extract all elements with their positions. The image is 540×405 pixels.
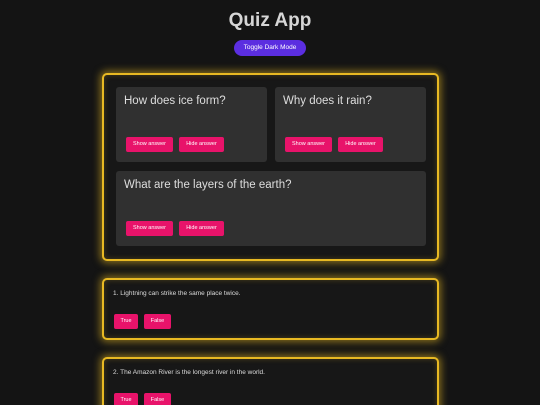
flashcard: How does ice form? Show answer Hide answ…	[116, 87, 267, 162]
quiz-page: Quiz App Toggle Dark Mode How does ice f…	[0, 0, 540, 405]
page-title: Quiz App	[228, 10, 312, 31]
flashcard-question: What are the layers of the earth?	[124, 179, 292, 191]
true-false-question-card: 2. The Amazon River is the longest river…	[102, 357, 439, 405]
false-button[interactable]: False	[144, 393, 171, 405]
true-button[interactable]: True	[114, 314, 138, 329]
hide-answer-button[interactable]: Hide answer	[338, 137, 383, 152]
show-answer-button[interactable]: Show answer	[126, 137, 173, 152]
show-answer-button[interactable]: Show answer	[126, 221, 173, 236]
flashcard-question: Why does it rain?	[283, 95, 372, 107]
show-answer-button[interactable]: Show answer	[285, 137, 332, 152]
flashcard: What are the layers of the earth? Show a…	[116, 171, 426, 246]
toggle-dark-mode-button[interactable]: Toggle Dark Mode	[234, 40, 306, 56]
flashcards-panel: How does ice form? Show answer Hide answ…	[102, 73, 439, 261]
true-button[interactable]: True	[114, 393, 138, 405]
flashcard: Why does it rain? Show answer Hide answe…	[275, 87, 426, 162]
hide-answer-button[interactable]: Hide answer	[179, 137, 224, 152]
true-false-question-text: 2. The Amazon River is the longest river…	[113, 369, 265, 376]
false-button[interactable]: False	[144, 314, 171, 329]
hide-answer-button[interactable]: Hide answer	[179, 221, 224, 236]
flashcard-question: How does ice form?	[124, 95, 226, 107]
true-false-question-text: 1. Lightning can strike the same place t…	[113, 290, 241, 297]
true-false-question-card: 1. Lightning can strike the same place t…	[102, 278, 439, 340]
